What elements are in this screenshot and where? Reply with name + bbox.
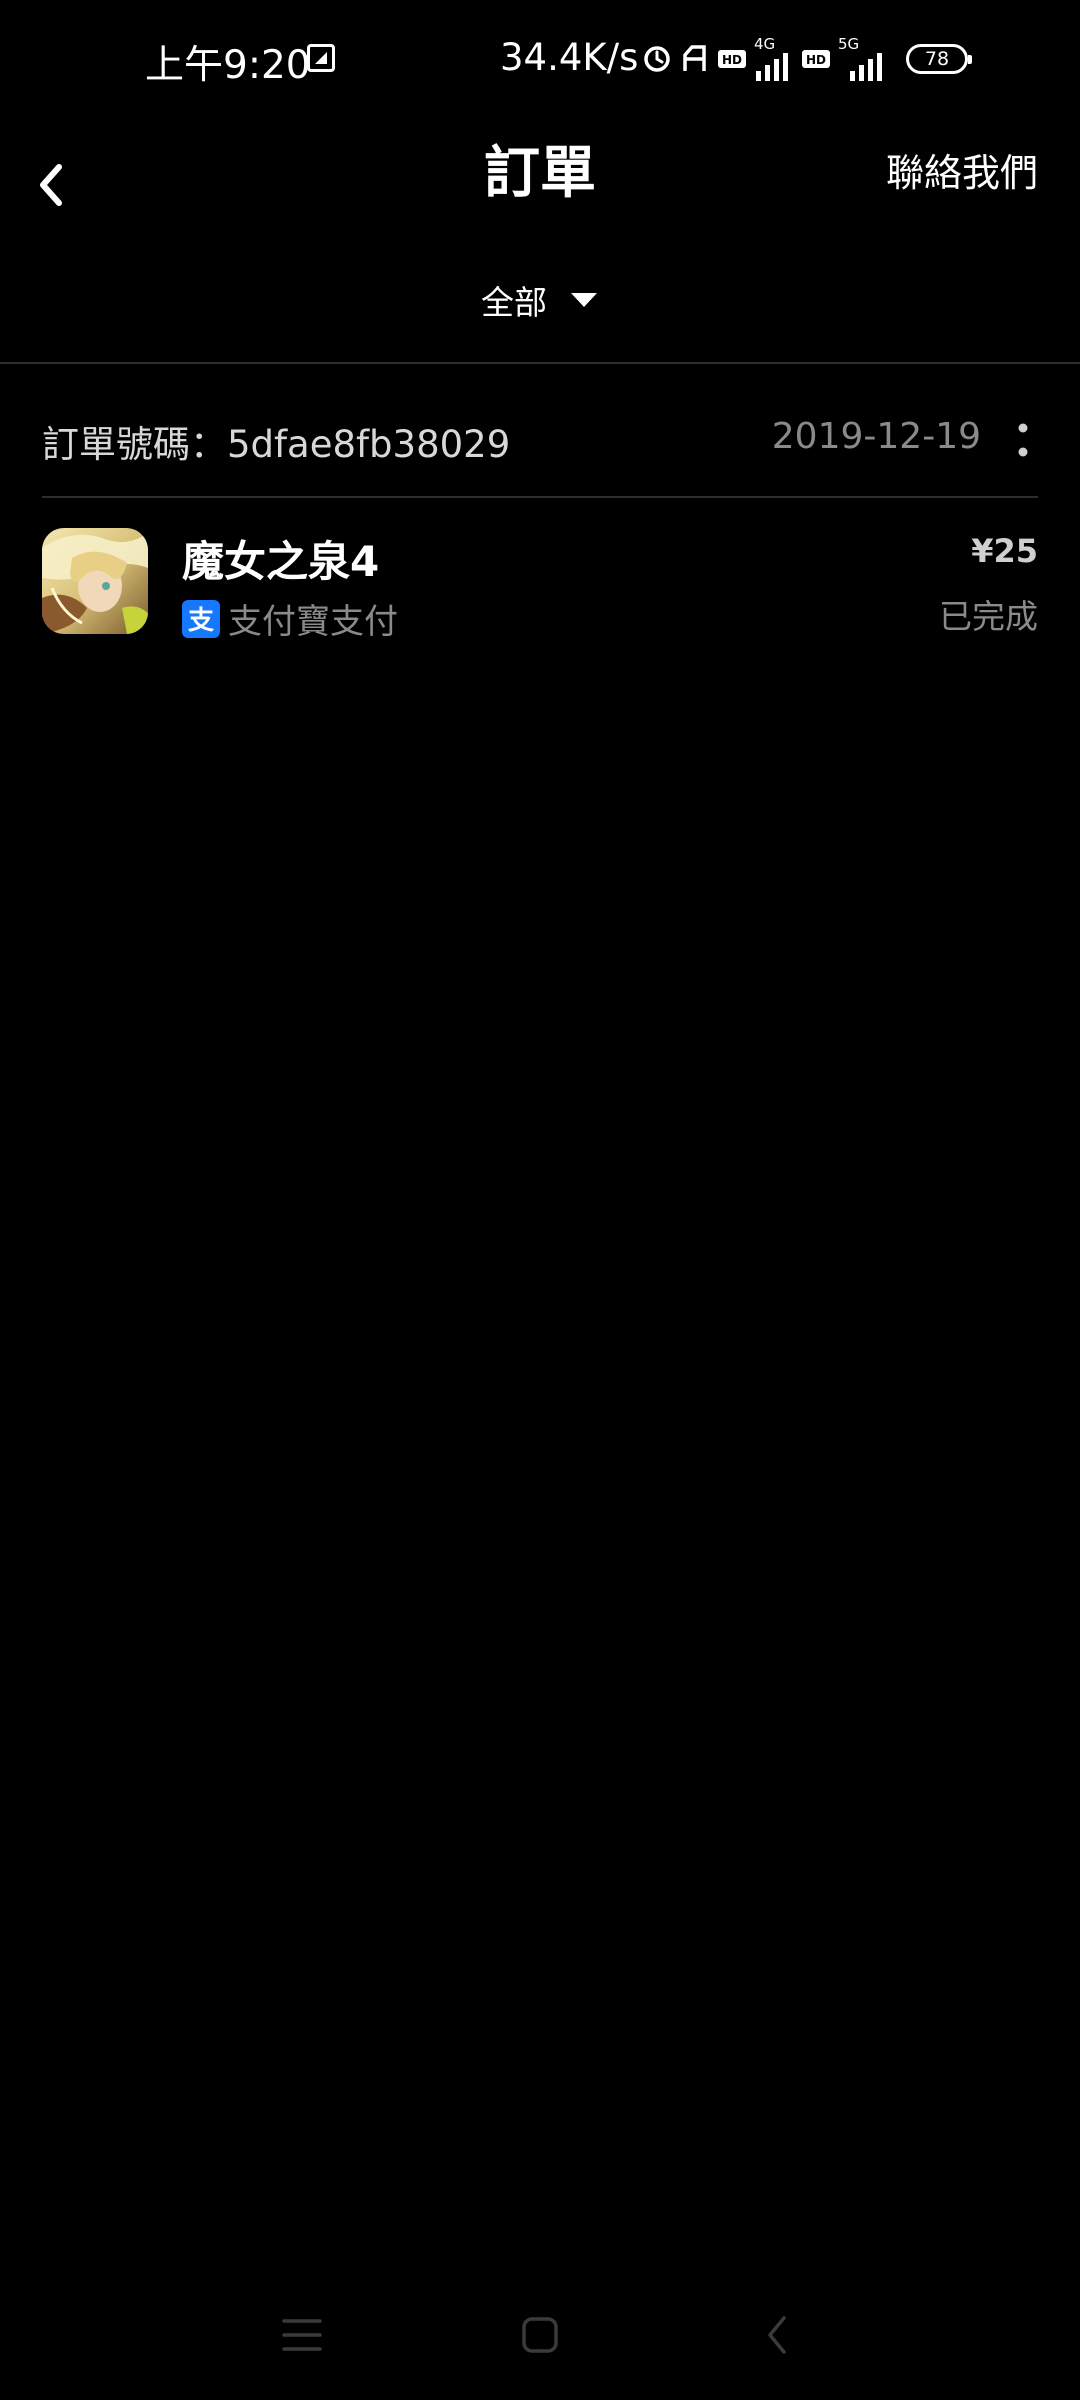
app-icon <box>42 528 148 634</box>
order-number: 訂單號碼：5dfae8fb38029 <box>42 423 511 466</box>
svg-text:HD: HD <box>722 53 742 67</box>
recent-apps-button[interactable] <box>267 2300 337 2370</box>
payment-method: 支 支付寶支付 <box>182 594 398 643</box>
system-nav-bar <box>0 2270 1080 2400</box>
home-button[interactable] <box>505 2300 575 2370</box>
more-options-button[interactable] <box>1008 410 1038 470</box>
hd-icon: HD <box>718 50 746 68</box>
menu-icon <box>282 2319 322 2351</box>
product-name: 魔女之泉4 <box>182 537 380 586</box>
order-date: 2019-12-19 <box>771 416 981 457</box>
contact-us-button[interactable]: 聯絡我們 <box>886 142 1038 197</box>
filter-label: 全部 <box>481 283 547 322</box>
net1-label: 4G <box>754 35 776 53</box>
alipay-icon: 支 <box>182 599 220 638</box>
order-header: 訂單號碼：5dfae8fb38029 2019-12-19 <box>42 410 1038 470</box>
status-icons: HD 4G HD 5G 78 <box>642 36 972 82</box>
back-arrow-icon <box>768 2316 786 2354</box>
battery-icon: 78 <box>906 44 972 74</box>
battery-level: 78 <box>924 48 950 70</box>
order-price: ¥25 <box>971 532 1038 570</box>
signal-4g-icon: 4G <box>754 37 794 81</box>
notification-icon <box>307 44 335 72</box>
status-bar: 上午9:20 34.4K/s HD 4G HD 5G 78 <box>0 0 1080 120</box>
network-speed: 34.4K/s <box>500 36 639 79</box>
alarm-icon <box>644 46 670 72</box>
signal-5g-icon: 5G <box>838 37 890 81</box>
hd-icon-2: HD <box>802 50 830 68</box>
order-item[interactable]: 魔女之泉4 支 支付寶支付 ¥25 已完成 <box>42 528 1038 642</box>
more-vertical-icon <box>1018 423 1028 457</box>
system-back-button[interactable] <box>742 2300 812 2370</box>
home-square-icon <box>522 2317 558 2353</box>
divider <box>0 362 1080 364</box>
svg-text:HD: HD <box>806 53 826 67</box>
nfc-icon <box>683 45 706 71</box>
header: 訂單 聯絡我們 <box>0 120 1080 250</box>
status-time: 上午9:20 <box>145 43 311 88</box>
filter-dropdown[interactable]: 全部 <box>0 276 1080 324</box>
caret-down-icon <box>571 293 597 307</box>
order-status: 已完成 <box>939 597 1038 636</box>
net2-label: 5G <box>838 35 860 53</box>
divider <box>42 496 1038 498</box>
payment-method-label: 支付寶支付 <box>228 602 398 642</box>
